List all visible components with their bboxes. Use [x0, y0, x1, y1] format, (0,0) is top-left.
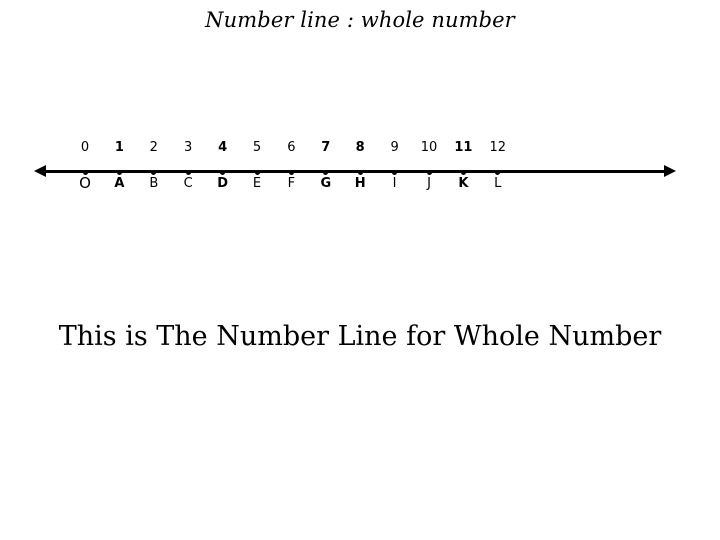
tick-dot-L: [495, 170, 501, 175]
tick-dot-C: [185, 170, 191, 175]
tick-dot-D: [220, 170, 226, 175]
tick-dot-B: [151, 170, 157, 175]
tick-dot-J: [426, 170, 432, 175]
tick-dot-H: [357, 170, 363, 175]
arrow-left-icon: [34, 165, 46, 177]
arrow-right-icon: [664, 165, 676, 177]
tick-dot-A: [116, 170, 122, 175]
slide-canvas: Number line : whole number 0O1A2B3C4D5E6…: [0, 0, 720, 540]
tick-mark-12: 12 L: [478, 140, 518, 202]
point-label-L: L: [494, 176, 502, 191]
number-line-diagram: 0 O 1 A 2 B 3 C 4 D 5 E 6 F 7 G 8 H 9 I 10 J 11 K 12 L: [0, 140, 720, 202]
caption-text: This is The Number Line for Whole Number: [58, 321, 662, 352]
tick-number-12: 12: [489, 140, 507, 155]
tick-dot-F: [288, 170, 294, 175]
tick-dot-K: [460, 170, 466, 175]
tick-dot-I: [392, 170, 398, 175]
tick-dot-E: [254, 170, 260, 175]
page-title: Number line : whole number: [205, 8, 515, 32]
tick-dot-G: [323, 170, 329, 175]
